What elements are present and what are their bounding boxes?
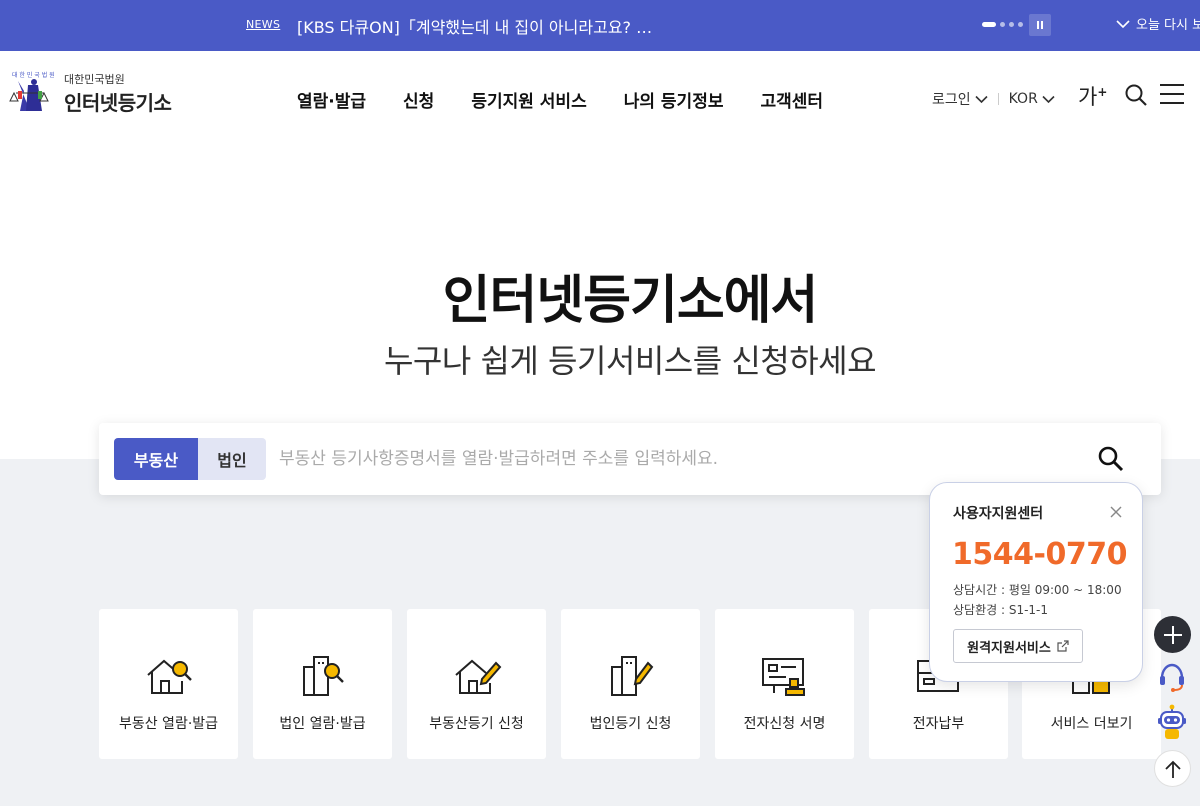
nav-item-customer-center[interactable]: 고객센터	[760, 87, 823, 112]
today-close-label: 오늘 다시 보	[1136, 18, 1200, 33]
font-size-button[interactable]: 가+	[1078, 81, 1107, 111]
support-phone-number: 1544-0770	[952, 537, 1127, 572]
site-logo[interactable]: 대 한 민 국 법 원 대한민국법원 인터넷등기소	[8, 67, 172, 119]
court-emblem-icon: 대 한 민 국 법 원	[9, 71, 55, 111]
quick-card-label: 부동산등기 신청	[429, 716, 524, 732]
logo-title: 인터넷등기소	[64, 90, 172, 115]
monitor-seal-icon	[762, 658, 805, 696]
support-title: 사용자지원센터	[953, 506, 1044, 522]
news-headline-link[interactable]: [KBS 다큐ON]「계약했는데 내 집이 아니라고요? …	[297, 14, 652, 38]
support-hours: 상담시간 : 평일 09:00 ~ 18:00	[953, 583, 1122, 597]
support-environment: 상담환경 : S1-1-1	[953, 603, 1049, 617]
search-type-tabs: 부동산 법인	[114, 438, 266, 480]
quick-card-label: 법인등기 신청	[589, 716, 672, 732]
quick-card-label: 전자신청 서명	[743, 716, 826, 732]
today-close-button[interactable]: 오늘 다시 보	[1116, 14, 1200, 33]
quick-card-label: 서비스 더보기	[1050, 716, 1133, 732]
house-search-icon	[147, 659, 192, 694]
chevron-down-icon	[1042, 95, 1055, 103]
scroll-top-button[interactable]	[1154, 750, 1191, 787]
quick-card-label: 전자납부	[912, 716, 965, 732]
close-icon	[1110, 506, 1122, 518]
quick-card-corporation-view[interactable]: 법인 열람·발급	[253, 609, 392, 759]
hero-title: 인터넷등기소에서	[442, 271, 819, 331]
news-tag: NEWS	[246, 18, 281, 31]
nav-item-my-info[interactable]: 나의 등기정보	[624, 87, 724, 112]
chatbot-robot-icon	[1158, 704, 1186, 739]
news-bar: NEWS [KBS 다큐ON]「계약했는데 내 집이 아니라고요? … 오늘 다…	[0, 0, 1200, 51]
building-pencil-icon	[611, 656, 654, 696]
news-dot-3[interactable]	[1009, 22, 1014, 27]
chevron-down-icon	[1116, 19, 1130, 28]
svg-text:대 한 민 국 법 원: 대 한 민 국 법 원	[12, 71, 55, 79]
news-pagination	[982, 22, 1023, 27]
news-dot-2[interactable]	[1000, 22, 1005, 27]
chevron-down-icon	[975, 95, 988, 103]
external-link-icon	[1057, 640, 1069, 652]
headset-support-button[interactable]	[1158, 662, 1186, 698]
quick-card-label: 부동산 열람·발급	[118, 716, 219, 732]
header: 대 한 민 국 법 원 대한민국법원 인터넷등기소 열람·발급 신청 등기지원 …	[0, 51, 1200, 145]
floating-plus-button[interactable]	[1154, 616, 1191, 653]
search-icon	[1098, 446, 1124, 472]
quick-card-e-sign[interactable]: 전자신청 서명	[715, 609, 854, 759]
quick-card-real-estate-apply[interactable]: 부동산등기 신청	[407, 609, 546, 759]
news-pause-button[interactable]	[1029, 14, 1051, 36]
utility-menu: 로그인 KOR	[932, 89, 1055, 109]
news-dot-4[interactable]	[1018, 22, 1023, 27]
language-dropdown[interactable]: KOR	[1009, 91, 1055, 107]
header-search-button[interactable]	[1124, 83, 1148, 111]
remote-support-label: 원격지원서비스	[967, 639, 1051, 655]
news-dot-1[interactable]	[982, 22, 996, 27]
nav-item-view-issue[interactable]: 열람·발급	[297, 87, 366, 112]
hero-subtitle: 누구나 쉽게 등기서비스를 신청하세요	[383, 342, 877, 380]
font-size-label: 가	[1078, 85, 1098, 109]
divider	[997, 93, 999, 105]
login-dropdown[interactable]: 로그인	[932, 89, 988, 109]
plus-icon	[1163, 625, 1182, 644]
support-center-popup: 사용자지원센터 1544-0770 상담시간 : 평일 09:00 ~ 18:0…	[929, 482, 1143, 682]
search-submit-button[interactable]	[1097, 445, 1125, 477]
address-search-input[interactable]	[279, 442, 1059, 476]
nav-item-support-services[interactable]: 등기지원 서비스	[471, 87, 586, 112]
tab-real-estate[interactable]: 부동산	[114, 438, 198, 480]
language-label: KOR	[1008, 91, 1038, 107]
logo-subtitle: 대한민국법원	[64, 72, 125, 86]
tab-corporation[interactable]: 법인	[198, 438, 266, 480]
support-close-button[interactable]	[1110, 503, 1122, 522]
nav-item-apply[interactable]: 신청	[403, 87, 434, 112]
main-nav: 열람·발급 신청 등기지원 서비스 나의 등기정보 고객센터	[297, 87, 823, 112]
house-pencil-icon	[455, 659, 502, 694]
quick-card-real-estate-view[interactable]: 부동산 열람·발급	[99, 609, 238, 759]
menu-icon	[1160, 84, 1184, 104]
remote-support-button[interactable]: 원격지원서비스	[953, 629, 1083, 663]
search-icon	[1125, 84, 1147, 106]
quick-card-corporation-apply[interactable]: 법인등기 신청	[561, 609, 700, 759]
arrow-up-icon	[1164, 760, 1181, 778]
font-size-plus: +	[1097, 85, 1108, 99]
login-label: 로그인	[932, 92, 971, 108]
hamburger-menu-button[interactable]	[1160, 83, 1184, 109]
headset-icon	[1160, 663, 1184, 692]
building-search-icon	[303, 656, 344, 696]
quick-card-label: 법인 열람·발급	[279, 716, 366, 732]
chatbot-button[interactable]	[1156, 704, 1188, 748]
